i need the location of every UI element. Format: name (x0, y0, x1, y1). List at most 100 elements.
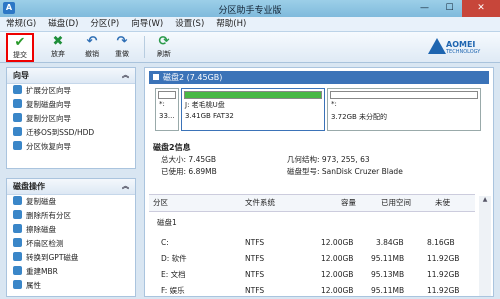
disk-info-geometry: 几何结构: 973, 255, 63 (287, 155, 370, 164)
partition-letter: J: 老毛桃U盘 (185, 101, 225, 109)
redo-label: 重做 (115, 50, 129, 58)
redo-button[interactable]: ↷ 重做 (108, 34, 136, 61)
partition-block[interactable]: *: 33... (155, 88, 179, 131)
column-header[interactable]: 分区 (153, 195, 168, 211)
op-label: 擦除磁盘 (26, 225, 56, 234)
maximize-button[interactable]: ☐ (437, 0, 462, 17)
disk-ops-panel-header[interactable]: 磁盘操作 ︽ (7, 179, 135, 195)
table-header: 分区 文件系统 容量 已用空间 未使 (149, 195, 475, 212)
properties-icon (13, 280, 22, 289)
copy-disk-icon (13, 99, 22, 108)
vertical-scrollbar[interactable]: ▲ (479, 196, 491, 296)
disk-map: *: 33... J: 老毛桃U盘 3.41GB FAT32 *: 3.72GB… (155, 88, 485, 131)
usage-bar (330, 91, 478, 99)
disk-icon (153, 74, 159, 80)
disk-info-model: 磁盘型号: SanDisk Cruzer Blade (287, 167, 403, 176)
menu-disk[interactable]: 磁盘(D) (42, 17, 84, 31)
menu-help[interactable]: 帮助(H) (210, 17, 252, 31)
partition-recovery-icon (13, 141, 22, 150)
discard-label: 放弃 (51, 50, 65, 58)
wizard-item-extend[interactable]: 扩展分区向导 (7, 84, 135, 98)
menu-wizard[interactable]: 向导(W) (125, 17, 169, 31)
wizard-item-copy-partition[interactable]: 复制分区向导 (7, 112, 135, 126)
bad-sector-icon (13, 238, 22, 247)
menu-general[interactable]: 常规(G) (0, 17, 42, 31)
wizard-item-label: 扩展分区向导 (26, 86, 71, 95)
collapse-chevron-icon[interactable]: ︽ (122, 179, 129, 194)
usage-fill (185, 92, 321, 98)
cell-free: 8.16GB (427, 238, 455, 247)
wizard-item-migrate-os[interactable]: 迁移OS到SSD/HDD (7, 126, 135, 140)
cell-name: D: 软件 (161, 254, 187, 263)
column-header[interactable]: 已用空间 (381, 195, 411, 211)
discard-button[interactable]: ✖ 放弃 (44, 34, 72, 61)
partition-size: 33... (159, 112, 175, 120)
disk-header[interactable]: 磁盘2 (7.45GB) (149, 71, 489, 84)
convert-icon (13, 252, 22, 261)
sidebar: 向导 ︽ 扩展分区向导 复制磁盘向导 复制分区向导 迁移OS到SSD/HDD 分… (6, 67, 136, 297)
partition-block[interactable]: J: 老毛桃U盘 3.41GB FAT32 (181, 88, 325, 131)
op-label: 转换到GPT磁盘 (26, 253, 79, 262)
table-row[interactable]: C: NTFS 12.00GB 3.84GB 8.16GB (149, 235, 475, 251)
cell-fs: NTFS (245, 270, 265, 279)
column-header[interactable]: 文件系统 (245, 195, 275, 211)
menu-partition[interactable]: 分区(P) (84, 17, 125, 31)
disk-ops-panel: 磁盘操作 ︽ 复制磁盘 删除所有分区 擦除磁盘 坏扇区检测 转换到GPT磁盘 重… (6, 178, 136, 297)
wizard-item-label: 复制分区向导 (26, 114, 71, 123)
op-properties[interactable]: 属性 (7, 279, 135, 293)
disk-info-used: 已使用: 6.89MB (161, 167, 217, 176)
refresh-button[interactable]: ⟳ 刷新 (150, 34, 178, 61)
collapse-chevron-icon[interactable]: ︽ (122, 68, 129, 83)
op-wipe-disk[interactable]: 擦除磁盘 (7, 223, 135, 237)
wizard-item-label: 分区恢复向导 (26, 142, 71, 151)
op-delete-all-partitions[interactable]: 删除所有分区 (7, 209, 135, 223)
partition-letter: *: (159, 100, 165, 108)
wizard-panel-header[interactable]: 向导 ︽ (7, 68, 135, 84)
cell-name: C: (161, 238, 169, 247)
table-row[interactable]: D: 软件 NTFS 12.00GB 95.11MB 11.92GB (149, 251, 475, 267)
op-rebuild-mbr[interactable]: 重建MBR (7, 265, 135, 279)
commit-label: 提交 (13, 51, 27, 59)
logo-mark-icon (428, 38, 446, 54)
cell-cap: 12.00GB (321, 238, 354, 247)
close-button[interactable]: ✕ (462, 0, 500, 17)
commit-button[interactable]: ✔ 提交 (6, 33, 34, 62)
usage-bar (158, 91, 176, 99)
wipe-icon (13, 224, 22, 233)
wizard-item-recovery[interactable]: 分区恢复向导 (7, 140, 135, 154)
undo-icon: ↶ (86, 34, 98, 49)
delete-icon (13, 210, 22, 219)
cell-free: 11.92GB (427, 254, 460, 263)
column-header[interactable]: 未使 (435, 195, 450, 211)
table-row[interactable]: E: 文档 NTFS 12.00GB 95.13MB 11.92GB (149, 267, 475, 283)
menu-settings[interactable]: 设置(S) (169, 17, 210, 31)
undo-button[interactable]: ↶ 撤销 (78, 34, 106, 61)
wizard-panel-title: 向导 (13, 71, 29, 80)
main-panel: 磁盘2 (7.45GB) *: 33... J: 老毛桃U盘 3.41GB FA… (144, 67, 494, 297)
table-group-row[interactable]: 磁盘1 (149, 215, 475, 231)
op-label: 重建MBR (26, 267, 58, 276)
minimize-button[interactable]: — (412, 0, 437, 17)
cell-fs: NTFS (245, 254, 265, 263)
wizard-item-label: 迁移OS到SSD/HDD (26, 128, 95, 137)
cell-cap: 12.00GB (321, 254, 354, 263)
logo-sub: TECHNOLOGY (446, 49, 481, 55)
toolbar-separator (144, 36, 145, 58)
cross-icon: ✖ (52, 34, 64, 49)
disk-header-label: 磁盘2 (7.45GB) (163, 73, 223, 82)
op-convert-gpt[interactable]: 转换到GPT磁盘 (7, 251, 135, 265)
op-copy-disk[interactable]: 复制磁盘 (7, 195, 135, 209)
toolbar: ✔ 提交 ✖ 放弃 ↶ 撤销 ↷ 重做 ⟳ 刷新 AOMEI TECHNOLOG… (0, 32, 500, 63)
wizard-item-copy-disk[interactable]: 复制磁盘向导 (7, 98, 135, 112)
column-header[interactable]: 容量 (341, 195, 356, 211)
scroll-up-arrow-icon[interactable]: ▲ (479, 196, 491, 203)
cell-used: 95.13MB (371, 270, 405, 279)
rebuild-mbr-icon (13, 266, 22, 275)
logo-name: AOMEI (446, 40, 476, 49)
partition-block[interactable]: *: 3.72GB 未分配的 (327, 88, 481, 131)
op-bad-sector-check[interactable]: 坏扇区检测 (7, 237, 135, 251)
disk-info-total: 总大小: 7.45GB (161, 155, 217, 164)
cell-name: E: 文档 (161, 270, 186, 279)
partition-letter: *: (331, 100, 337, 108)
usage-bar (184, 91, 322, 99)
